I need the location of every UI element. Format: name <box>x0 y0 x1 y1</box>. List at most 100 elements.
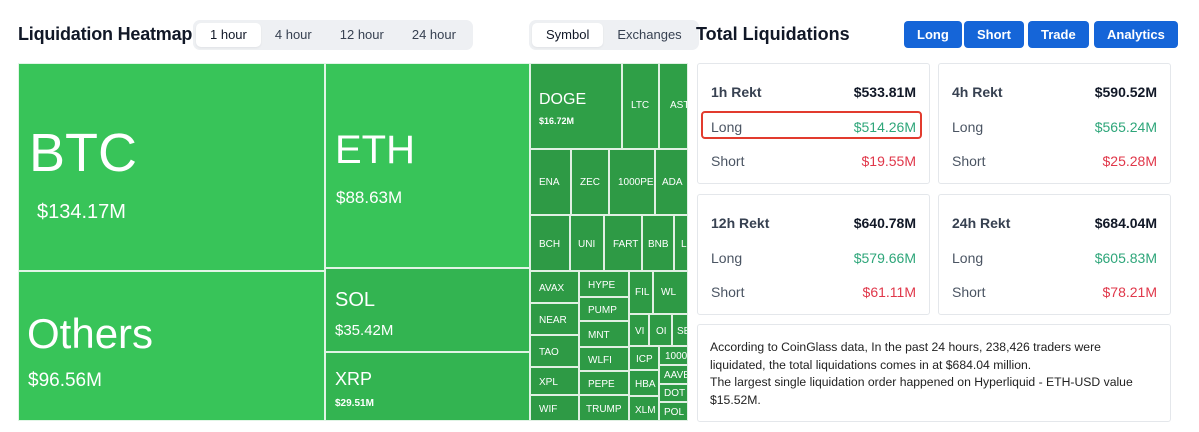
heatmap-cell-se[interactable]: SE <box>672 314 688 346</box>
tab-24-hour[interactable]: 24 hour <box>398 23 470 47</box>
heatmap-cell-bnb[interactable]: BNB <box>642 215 674 271</box>
analytics-button[interactable]: Analytics <box>1094 21 1178 48</box>
heatmap-cell-ena[interactable]: ENA <box>530 149 571 215</box>
heatmap-cell-wif[interactable]: WIF <box>530 395 579 421</box>
cell-symbol: ENA <box>539 177 560 188</box>
heatmap-cell-xrp[interactable]: XRP $29.51M <box>325 352 530 421</box>
heatmap-title: Liquidation Heatmap <box>18 24 193 44</box>
heatmap-cell-avax[interactable]: AVAX <box>530 271 579 303</box>
cell-symbol: TAO <box>539 347 559 358</box>
short-label: Short <box>711 284 745 300</box>
long-label: Long <box>711 250 743 266</box>
heatmap-cell-dot[interactable]: DOT <box>659 384 688 402</box>
card-title: 24h Rekt <box>952 215 1011 231</box>
long-label: Long <box>952 119 984 135</box>
heatmap-cell-oi[interactable]: OI <box>649 314 672 346</box>
card-header: 12h Rekt $640.78M <box>711 215 916 231</box>
cell-symbol: OI <box>656 326 667 337</box>
heatmap-cell-others[interactable]: Others $96.56M <box>18 271 325 421</box>
cell-symbol: SOL <box>335 289 376 311</box>
cell-symbol: ADA <box>662 177 683 188</box>
cell-symbol: DOGE <box>539 91 587 108</box>
heatmap-cell-pepe[interactable]: PEPE <box>579 371 629 395</box>
cell-symbol: WIF <box>539 404 558 415</box>
heatmap-cell-bch[interactable]: BCH <box>530 215 570 271</box>
cell-symbol: HYPE <box>588 280 616 291</box>
summary-line-1: According to CoinGlass data, In the past… <box>710 340 1101 372</box>
heatmap-cell-ada[interactable]: ADA <box>655 149 688 215</box>
long-button[interactable]: Long <box>904 21 962 48</box>
cell-symbol: MNT <box>588 330 610 341</box>
heatmap-cell-uni[interactable]: UNI <box>570 215 604 271</box>
cell-value: $16.72M <box>539 116 575 126</box>
total-liquidations-title: Total Liquidations <box>696 24 850 44</box>
rekt-card-4h: 4h Rekt $590.52M Long $565.24M Short $25… <box>938 63 1171 184</box>
summary-line-2: The largest single liquidation order hap… <box>710 375 1133 407</box>
cell-symbol: 1000 <box>665 351 688 362</box>
cell-symbol: ETH <box>335 128 415 172</box>
cell-symbol: BCH <box>539 239 561 250</box>
heatmap-cell-xlm[interactable]: XLM <box>629 396 659 421</box>
heatmap-cell-hype[interactable]: HYPE <box>579 271 629 297</box>
cell-value: $35.42M <box>335 322 394 339</box>
cell-symbol: Others <box>27 310 154 357</box>
heatmap-cell-icp[interactable]: ICP <box>629 346 659 370</box>
short-button[interactable]: Short <box>964 21 1024 48</box>
card-title: 12h Rekt <box>711 215 770 231</box>
heatmap-cell-zec[interactable]: ZEC <box>571 149 609 215</box>
heatmap-cell-trump[interactable]: TRUMP <box>579 395 629 421</box>
short-row: Short $78.21M <box>952 284 1157 300</box>
heatmap-cell-l[interactable]: L <box>674 215 688 271</box>
heatmap-cell-pol[interactable]: POL <box>659 402 688 421</box>
heatmap-cell-tao[interactable]: TAO <box>530 335 579 367</box>
heatmap-cell-near[interactable]: NEAR <box>530 303 579 335</box>
heatmap-cell-fart[interactable]: FART <box>604 215 642 271</box>
card-header: 4h Rekt $590.52M <box>952 84 1157 100</box>
heatmap-cell-doge[interactable]: DOGE $16.72M <box>530 63 622 149</box>
short-row: Short $25.28M <box>952 153 1157 169</box>
short-row: Short $19.55M <box>711 153 916 169</box>
short-value: $19.55M <box>861 153 916 169</box>
cell-symbol: HBA <box>635 379 656 390</box>
tab-1-hour[interactable]: 1 hour <box>196 23 261 47</box>
trade-button[interactable]: Trade <box>1028 21 1089 48</box>
short-row: Short $61.11M <box>711 284 916 300</box>
cell-symbol: AVAX <box>539 283 565 294</box>
cell-symbol: PUMP <box>588 305 617 316</box>
heatmap-cell-ltc[interactable]: LTC <box>622 63 659 149</box>
rekt-card-12h: 12h Rekt $640.78M Long $579.66M Short $6… <box>697 194 930 315</box>
tab-exchanges[interactable]: Exchanges <box>603 23 695 47</box>
liquidation-summary: According to CoinGlass data, In the past… <box>697 324 1171 422</box>
heatmap-cell-aave[interactable]: AAVE <box>659 365 688 384</box>
cell-symbol: LTC <box>631 100 650 111</box>
heatmap-cell-vi[interactable]: VI <box>629 314 649 346</box>
heatmap-cell-wlfi[interactable]: WLFI <box>579 347 629 371</box>
tab-12-hour[interactable]: 12 hour <box>326 23 398 47</box>
heatmap-cell-hba[interactable]: HBA <box>629 370 659 396</box>
heatmap-cell-1000pe[interactable]: 1000PE <box>609 149 655 215</box>
heatmap-cell-ast[interactable]: AST <box>659 63 688 149</box>
rekt-card-24h: 24h Rekt $684.04M Long $605.83M Short $7… <box>938 194 1171 315</box>
cell-symbol: NEAR <box>539 315 567 326</box>
heatmap-cell-wl[interactable]: WL <box>653 271 688 314</box>
heatmap-cell-btc[interactable]: BTC $134.17M <box>18 63 325 271</box>
cell-symbol: WL <box>661 287 676 298</box>
heatmap-cell-mnt[interactable]: MNT <box>579 321 629 347</box>
cell-symbol: UNI <box>578 239 596 250</box>
cell-symbol: TRUMP <box>586 404 622 415</box>
heatmap-cell-pump[interactable]: PUMP <box>579 297 629 321</box>
cell-symbol: POL <box>664 407 685 418</box>
card-title: 1h Rekt <box>711 84 762 100</box>
tab-symbol[interactable]: Symbol <box>532 23 604 47</box>
heatmap-cell-1000[interactable]: 1000 <box>659 346 688 365</box>
heatmap-cell-fil[interactable]: FIL <box>629 271 653 314</box>
cell-symbol: FART <box>613 239 639 250</box>
heatmap-cell-eth[interactable]: ETH $88.63M <box>325 63 530 268</box>
card-header: 1h Rekt $533.81M <box>711 84 916 100</box>
long-value: $605.83M <box>1094 250 1157 266</box>
tab-4-hour[interactable]: 4 hour <box>261 23 326 47</box>
highlight-box <box>701 111 922 139</box>
heatmap-cell-xpl[interactable]: XPL <box>530 367 579 395</box>
heatmap-cell-sol[interactable]: SOL $35.42M <box>325 268 530 352</box>
cell-value: $134.17M <box>37 201 126 223</box>
